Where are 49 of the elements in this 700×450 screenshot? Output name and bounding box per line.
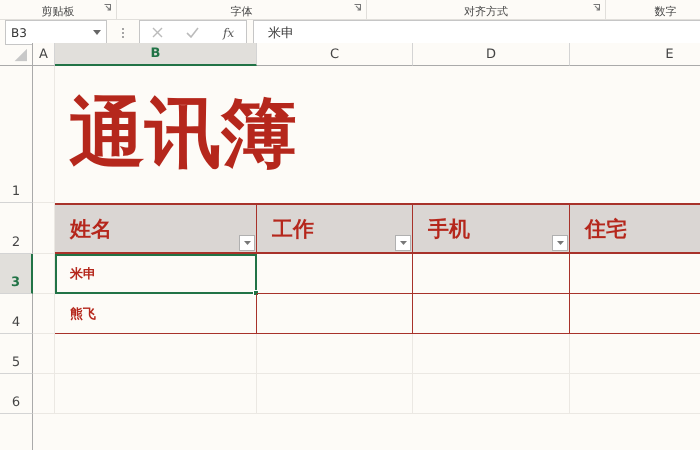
dialog-launcher-icon[interactable] [354, 4, 361, 11]
caret-icon [93, 30, 101, 35]
table-cell[interactable]: 熊飞 [55, 294, 257, 334]
caret-icon [400, 241, 406, 245]
table-header-cell: 住宅 [570, 203, 700, 254]
table-header-cell: 姓名 [55, 203, 257, 254]
name-box[interactable]: B3 [5, 20, 107, 45]
grid-cell[interactable] [33, 66, 55, 203]
table-header-cell: 手机 [413, 203, 570, 254]
enter-button[interactable] [186, 27, 200, 38]
ribbon-group-label: 剪贴板 [42, 4, 74, 19]
sheet-title: 通讯簿 [68, 87, 298, 179]
table-cell[interactable] [413, 254, 570, 294]
dialog-launcher-icon[interactable] [593, 4, 600, 11]
ribbon-group-label: 对齐方式 [464, 4, 508, 19]
filter-button[interactable] [239, 235, 255, 251]
table-cell[interactable] [257, 294, 413, 334]
table-cell[interactable] [413, 294, 570, 334]
cancel-button[interactable] [152, 27, 163, 38]
column-header[interactable]: D [413, 43, 570, 66]
filter-button[interactable] [552, 235, 568, 251]
row-header[interactable]: 6 [0, 374, 33, 414]
dialog-launcher-icon[interactable] [104, 4, 111, 11]
table-cell[interactable] [257, 254, 413, 294]
column-header[interactable]: E [570, 43, 700, 66]
caret-icon [244, 241, 250, 245]
row-header[interactable]: 5 [0, 334, 33, 374]
column-header[interactable]: B [55, 43, 257, 66]
grid-cell[interactable] [55, 334, 257, 374]
row-header[interactable]: 1 [0, 66, 33, 203]
grid-cell[interactable] [257, 334, 413, 374]
grid-cell[interactable] [33, 254, 55, 294]
row-header[interactable]: 3 [0, 254, 33, 294]
row-header[interactable]: 2 [0, 203, 33, 254]
column-header[interactable]: A [33, 43, 55, 66]
grid-cell[interactable] [413, 334, 570, 374]
insert-function-button[interactable]: fx [222, 26, 234, 40]
ribbon-group-label: 字体 [230, 4, 252, 19]
table-header-cell: 工作 [257, 203, 413, 254]
column-header[interactable]: C [257, 43, 413, 66]
grid-cell[interactable] [33, 374, 55, 414]
grid-cell[interactable] [33, 334, 55, 374]
grid-cell[interactable] [33, 294, 55, 334]
ribbon-group-label: 数字 [654, 4, 676, 19]
row-header[interactable]: 4 [0, 294, 33, 334]
caret-icon [556, 241, 564, 245]
filter-button[interactable] [395, 235, 411, 251]
formula-field[interactable]: 米申 [253, 20, 700, 45]
table-cell[interactable]: 米申 [55, 254, 257, 294]
